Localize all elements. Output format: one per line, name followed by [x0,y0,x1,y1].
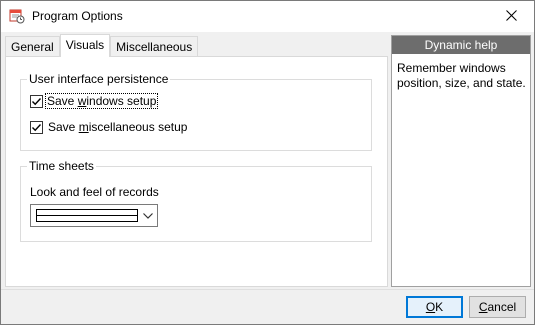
checkmark-icon [32,123,42,131]
line-style-swatch [36,209,138,222]
time-sheets-group: Time sheets Look and feel of records [20,159,372,242]
window-title: Program Options [32,9,123,23]
time-sheets-title: Time sheets [27,159,96,173]
title-bar[interactable]: Program Options [1,1,534,32]
record-style-dropdown[interactable] [30,204,158,227]
dynamic-help-header: Dynamic help [392,36,530,54]
tab-miscellaneous[interactable]: Miscellaneous [110,36,199,57]
dynamic-help-text: Remember windows position, size, and sta… [397,61,526,90]
program-options-window: Program Options General Visuals Miscella… [0,0,535,325]
ok-button[interactable]: OK [406,296,463,318]
save-windows-setup-label: Save windows setup [44,93,159,109]
button-bar-divider [1,289,534,290]
look-and-feel-label: Look and feel of records [30,185,159,199]
save-windows-setup-option[interactable]: Save windows setup [30,93,159,109]
visuals-tab-panel: User interface persistence Save windows … [5,56,388,287]
save-misc-setup-label: Save miscellaneous setup [48,120,188,134]
ui-persistence-title: User interface persistence [27,72,171,86]
ui-persistence-group: User interface persistence Save windows … [20,72,372,151]
cancel-button[interactable]: Cancel [469,296,526,318]
save-misc-setup-checkbox[interactable] [30,120,43,134]
options-tabs: General Visuals Miscellaneous [5,34,199,57]
save-windows-setup-checkbox[interactable] [30,94,43,108]
tab-general[interactable]: General [5,36,60,57]
save-misc-setup-option[interactable]: Save miscellaneous setup [30,120,189,134]
close-button[interactable] [488,1,534,32]
tab-visuals[interactable]: Visuals [59,34,111,57]
calendar-clock-icon [9,8,25,24]
checkmark-icon [32,97,42,105]
chevron-down-icon[interactable] [141,208,155,223]
close-icon [505,9,517,24]
dynamic-help-panel: Dynamic help Remember windows position, … [391,35,531,287]
